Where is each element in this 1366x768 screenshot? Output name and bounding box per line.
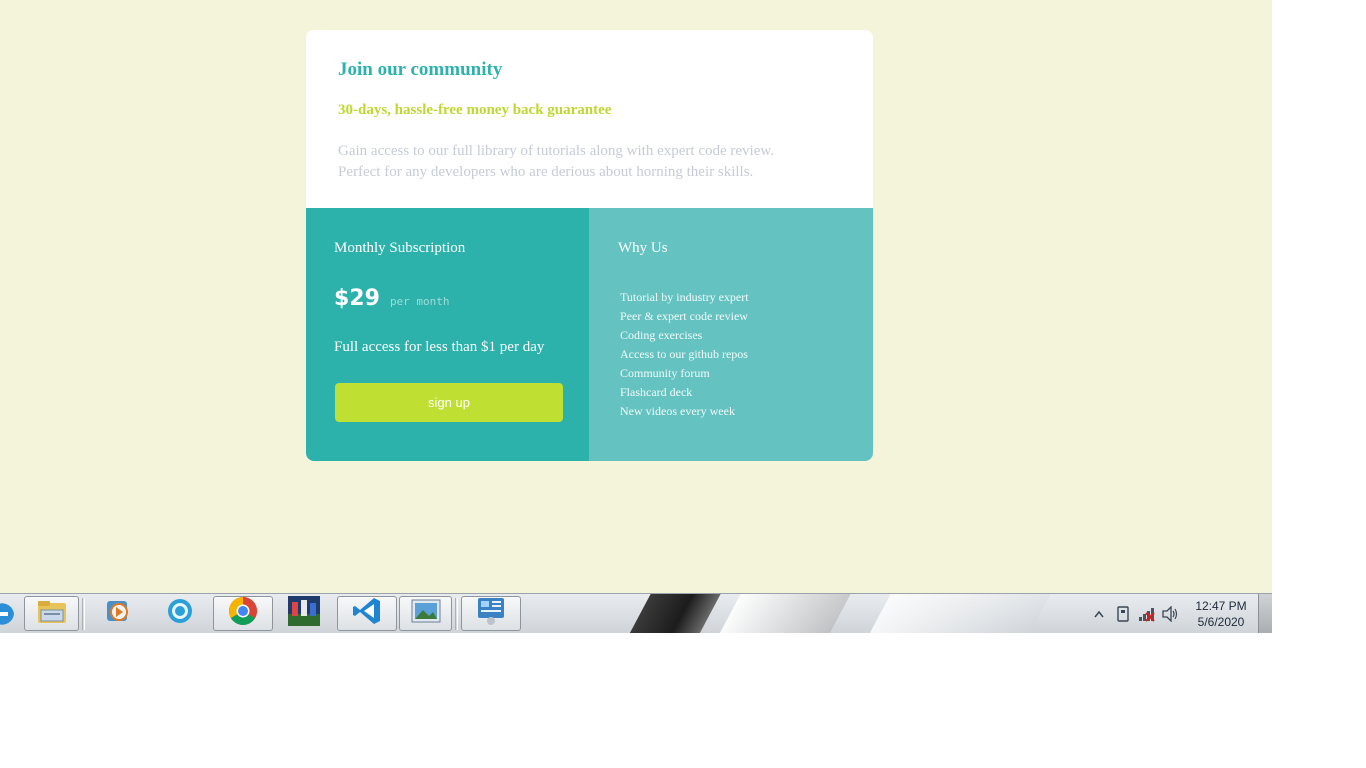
show-desktop-button[interactable] bbox=[1258, 594, 1272, 633]
price-row: $29 per month bbox=[334, 286, 450, 311]
clock-time: 12:47 PM bbox=[1195, 599, 1247, 613]
clock-date: 5/6/2020 bbox=[1197, 615, 1245, 629]
subscription-title: Monthly Subscription bbox=[334, 240, 466, 256]
internet-explorer-button[interactable] bbox=[0, 596, 14, 631]
description-line-1: Gain access to our full library of tutor… bbox=[338, 143, 774, 159]
sign-up-button[interactable]: sign up bbox=[335, 383, 563, 422]
show-hidden-icons-arrow-icon[interactable] bbox=[1090, 605, 1108, 623]
system-clock[interactable]: 12:47 PM 5/6/2020 bbox=[1188, 598, 1254, 630]
bluetooth-app-icon bbox=[166, 596, 194, 631]
media-player-icon bbox=[104, 598, 132, 629]
why-us-list: Tutorial by industry expert Peer & exper… bbox=[620, 288, 749, 421]
list-item: Access to our github repos bbox=[620, 347, 748, 361]
list-item: Coding exercises bbox=[620, 328, 703, 342]
pricing-card: Join our community 30-days, hassle-free … bbox=[306, 30, 873, 461]
photo-viewer-icon bbox=[411, 599, 441, 628]
subscription-panel: Monthly Subscription $29 per month Full … bbox=[306, 208, 589, 461]
list-item: Community forum bbox=[620, 366, 710, 380]
why-us-title: Why Us bbox=[618, 240, 668, 256]
bluetooth-app-button[interactable] bbox=[151, 596, 209, 631]
browser-viewport: Join our community 30-days, hassle-free … bbox=[0, 0, 1272, 633]
taskbar-streak bbox=[719, 594, 851, 633]
network-disconnected-icon[interactable] bbox=[1138, 605, 1156, 623]
price-amount: $29 bbox=[334, 286, 380, 311]
internet-explorer-icon bbox=[0, 600, 14, 633]
media-player-button[interactable] bbox=[89, 596, 147, 631]
chrome-icon bbox=[228, 596, 258, 631]
card-header-section: Join our community 30-days, hassle-free … bbox=[306, 30, 873, 208]
control-panel-icon bbox=[475, 596, 507, 631]
file-explorer-icon bbox=[36, 597, 68, 630]
taskbar-streak bbox=[629, 594, 721, 633]
list-item: Peer & expert code review bbox=[620, 309, 748, 323]
chrome-button[interactable] bbox=[213, 596, 273, 631]
list-item: Tutorial by industry expert bbox=[620, 290, 749, 304]
description-line-2: Perfect for any developers who are derio… bbox=[338, 164, 754, 180]
taskbar-separator bbox=[455, 598, 458, 630]
price-period: per month bbox=[389, 295, 450, 308]
pes-game-icon bbox=[288, 596, 320, 631]
photo-viewer-button[interactable] bbox=[399, 596, 452, 631]
taskbar-separator bbox=[82, 598, 85, 630]
vscode-icon bbox=[352, 596, 382, 631]
taskbar-streak bbox=[869, 594, 1051, 633]
card-description: Gain access to our full library of tutor… bbox=[338, 141, 838, 183]
list-item: Flashcard deck bbox=[620, 385, 693, 399]
file-explorer-button[interactable] bbox=[24, 596, 79, 631]
vscode-button[interactable] bbox=[337, 596, 397, 631]
usb-device-icon[interactable] bbox=[1114, 605, 1132, 623]
taskbar: 12:47 PM 5/6/2020 bbox=[0, 593, 1272, 633]
guarantee-text: 30-days, hassle-free money back guarante… bbox=[338, 102, 612, 118]
control-panel-button[interactable] bbox=[461, 596, 521, 631]
why-us-panel: Why Us Tutorial by industry expert Peer … bbox=[589, 208, 873, 461]
card-title: Join our community bbox=[338, 59, 503, 80]
volume-icon[interactable] bbox=[1162, 605, 1180, 623]
pes-game-button[interactable] bbox=[275, 596, 333, 631]
list-item: New videos every week bbox=[620, 404, 735, 418]
subscription-tagline: Full access for less than $1 per day bbox=[334, 339, 545, 355]
